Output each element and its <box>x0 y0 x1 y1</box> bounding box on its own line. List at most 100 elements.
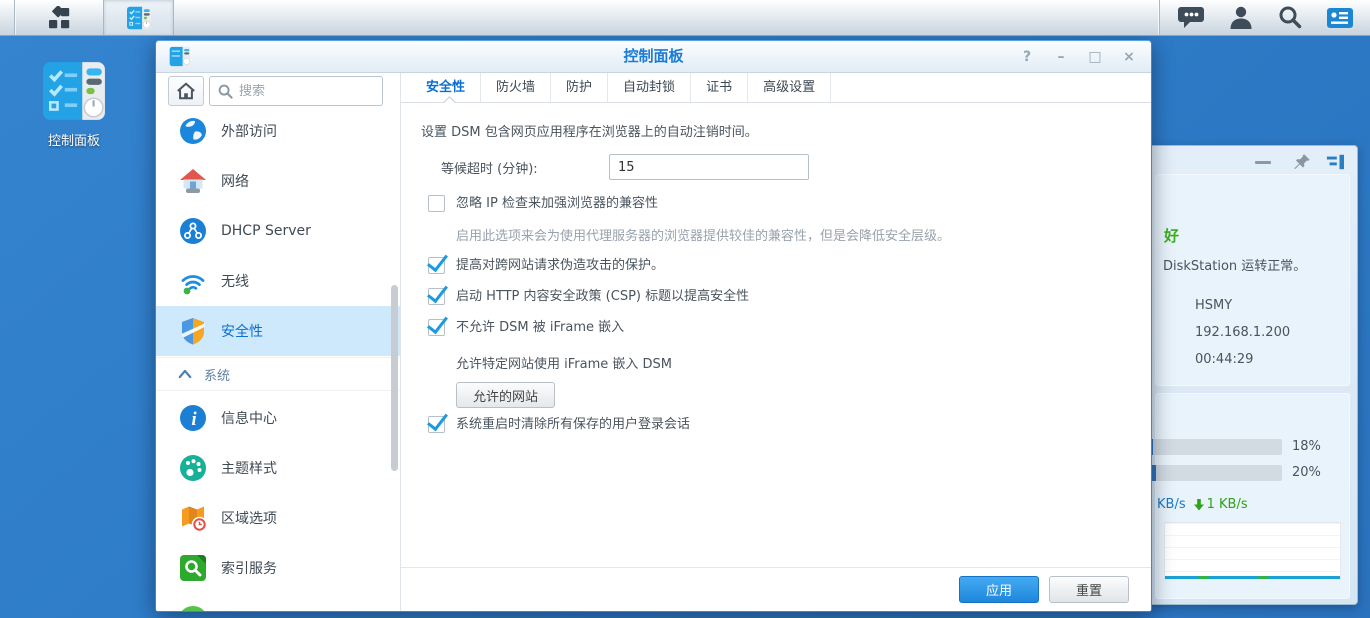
dhcp-server-icon <box>178 216 208 246</box>
intro-text: 设置 DSM 包含网页应用程序在浏览器上的自动注销时间。 <box>421 121 1127 140</box>
csp-checkbox[interactable] <box>428 288 445 305</box>
desktop-icon-control-panel[interactable]: 控制面板 <box>24 60 124 149</box>
tab-firewall[interactable]: 防火墙 <box>481 73 551 102</box>
control-panel-icon <box>41 60 107 126</box>
health-card: 好 DiskStation 运转正常。 HSMY 192.168.1.200 0… <box>1155 174 1350 386</box>
chat-icon[interactable] <box>1178 5 1205 30</box>
taskbar <box>0 0 1370 36</box>
sidebar-item-wireless[interactable]: 无线 <box>156 256 400 306</box>
system-health-widget: 好 DiskStation 运转正常。 HSMY 192.168.1.200 0… <box>1147 145 1358 605</box>
sidebar-item-partial-icon <box>178 606 208 611</box>
sidebar-item-label: DHCP Server <box>221 223 311 239</box>
tab-protection[interactable]: 防护 <box>551 73 608 102</box>
show-desktop-button[interactable] <box>0 0 15 35</box>
sidebar-item-theme[interactable]: 主题样式 <box>156 443 400 493</box>
sidebar-item-info-center[interactable]: i 信息中心 <box>156 393 400 443</box>
reset-button[interactable]: 重置 <box>1049 576 1129 603</box>
sidebar-section-system[interactable]: 系统 <box>156 357 400 391</box>
option-label: 系统重启时清除所有保存的用户登录会话 <box>456 416 690 434</box>
option-label: 启动 HTTP 内容安全政策 (CSP) 标题以提高安全性 <box>456 288 749 306</box>
timeout-label: 等候超时 (分钟): <box>441 158 609 177</box>
home-button[interactable] <box>168 76 204 106</box>
sidebar-item-label: 安全性 <box>221 321 263 341</box>
tab-certificate[interactable]: 证书 <box>691 73 748 102</box>
health-status-text: 好 <box>1164 225 1179 246</box>
sidebar-search-row <box>156 76 400 108</box>
search-box[interactable] <box>209 76 383 106</box>
tab-auto-block[interactable]: 自动封锁 <box>608 73 691 102</box>
tab-advanced[interactable]: 高级设置 <box>748 73 831 102</box>
home-icon <box>175 81 197 101</box>
sidebar-item-label: 信息中心 <box>221 408 277 428</box>
sidebar-section-label: 系统 <box>204 365 230 384</box>
pin-icon[interactable] <box>1293 153 1311 175</box>
desktop-icon-label: 控制面板 <box>24 130 124 149</box>
main-menu-button[interactable] <box>15 0 104 35</box>
resource-monitor-card: 18% 20% KB/s 1 KB/s <box>1155 393 1350 599</box>
sidebar: 外部访问 网络 <box>156 73 401 611</box>
window-title: 控制面板 <box>156 41 1151 72</box>
user-icon[interactable] <box>1229 5 1253 30</box>
action-bar: 应用 重置 <box>401 567 1151 611</box>
download-arrow-icon <box>1194 499 1204 511</box>
security-shield-icon <box>178 316 208 346</box>
regional-options-icon <box>178 503 208 533</box>
control-panel-task-icon <box>126 6 152 30</box>
option-row-sessions: 系统重启时清除所有保存的用户登录会话 <box>428 416 1127 434</box>
upload-rate: KB/s <box>1157 497 1186 512</box>
ignore-ip-checkbox[interactable] <box>428 195 445 212</box>
download-rate: 1 KB/s <box>1194 497 1248 512</box>
search-input[interactable] <box>239 84 349 99</box>
allowed-sites-button[interactable]: 允许的网站 <box>456 382 555 408</box>
proxy-note: 启用此选项来会为使用代理服务器的浏览器提供较佳的兼容性，但是会降低安全层级。 <box>456 225 1127 244</box>
taskbar-tray <box>1159 0 1370 35</box>
control-panel-window: 控制面板 ? – □ × <box>155 40 1152 612</box>
search-icon[interactable] <box>1277 5 1302 30</box>
index-service-icon <box>178 553 208 583</box>
timeout-input[interactable] <box>609 154 809 180</box>
sidebar-item-label: 索引服务 <box>221 558 277 578</box>
ip-address-value: 192.168.1.200 <box>1195 325 1290 340</box>
window-titlebar[interactable]: 控制面板 ? – □ × <box>156 41 1151 73</box>
wireless-icon <box>178 266 208 296</box>
info-center-icon: i <box>178 403 208 433</box>
csrf-checkbox[interactable] <box>428 257 445 274</box>
health-description: DiskStation 运转正常。 <box>1163 255 1306 274</box>
sidebar-scrollbar[interactable] <box>391 285 398 471</box>
sidebar-item-label: 无线 <box>221 271 249 291</box>
help-button[interactable]: ? <box>1017 49 1037 65</box>
sidebar-item-security[interactable]: 安全性 <box>156 306 400 356</box>
apply-button[interactable]: 应用 <box>959 576 1039 603</box>
widget-minimize-icon[interactable] <box>1255 161 1271 164</box>
sidebar-item-index-service[interactable]: 索引服务 <box>156 543 400 593</box>
option-row-csp: 启动 HTTP 内容安全政策 (CSP) 标题以提高安全性 <box>428 288 1127 306</box>
widget-panel-icon[interactable] <box>1325 153 1345 175</box>
iframe-allow-label: 允许特定网站使用 iFrame 嵌入 DSM <box>456 353 1127 372</box>
network-rates: KB/s 1 KB/s <box>1157 497 1248 512</box>
widgets-icon[interactable] <box>1326 5 1354 31</box>
option-row-ignore-ip: 忽略 IP 检查来加强浏览器的兼容性 <box>428 195 1127 213</box>
close-button[interactable]: × <box>1119 49 1139 65</box>
sidebar-item-network[interactable]: 网络 <box>156 156 400 206</box>
security-settings-panel: 设置 DSM 包含网页应用程序在浏览器上的自动注销时间。 等候超时 (分钟): … <box>401 103 1151 567</box>
sidebar-item-regional-options[interactable]: 区域选项 <box>156 493 400 543</box>
network-home-icon <box>178 166 208 196</box>
option-label: 忽略 IP 检查来加强浏览器的兼容性 <box>456 195 658 213</box>
clear-sessions-checkbox[interactable] <box>428 416 445 433</box>
iframe-checkbox[interactable] <box>428 319 445 336</box>
option-label: 不允许 DSM 被 iFrame 嵌入 <box>456 319 624 337</box>
ram-percent: 20% <box>1292 465 1342 480</box>
sidebar-item-external-access[interactable]: 外部访问 <box>156 106 400 156</box>
minimize-button[interactable]: – <box>1051 49 1071 65</box>
theme-icon <box>178 453 208 483</box>
sidebar-item-dhcp-server[interactable]: DHCP Server <box>156 206 400 256</box>
maximize-button[interactable]: □ <box>1085 49 1105 65</box>
option-label: 提高对跨网站请求伪造攻击的保护。 <box>456 257 664 275</box>
cpu-percent: 18% <box>1292 439 1342 454</box>
widget-header <box>1148 146 1357 174</box>
sidebar-item-label: 网络 <box>221 171 249 191</box>
search-box-icon <box>218 84 233 99</box>
control-panel-task-button[interactable] <box>104 0 174 35</box>
timeout-row: 等候超时 (分钟): <box>441 152 1127 182</box>
option-row-csrf: 提高对跨网站请求伪造攻击的保护。 <box>428 257 1127 275</box>
